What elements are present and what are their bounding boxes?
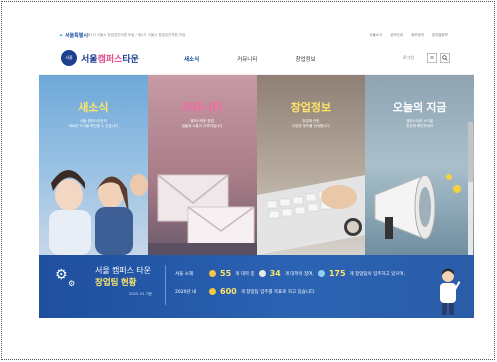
goal-count: 600 [220,287,237,296]
seoul-logo-text: 서울특별시 [64,33,88,39]
row2-label: 2020년 내 [175,289,197,295]
univ-count: 55 [220,269,232,278]
join-text: 개 대학이 참여, [284,271,314,277]
brand-name: 서울캠퍼스타운 [81,52,139,65]
goal-text: 개 창업팀 입주를 목표로 하고 있습니다. [240,289,316,295]
nav-startup-info[interactable]: 창업정보 [295,55,315,63]
util-link-4[interactable]: 분야별정보 [432,33,448,38]
scrollbar-thumb[interactable] [468,122,473,182]
seoul-mark-icon: ✦ [59,33,64,39]
hero-panels: 새소식 서울 캠퍼스타운의 새로운 소식을 확인할 수 있습니다 커뮤니티 캠퍼스… [39,75,474,302]
panel-title: 창업정보 [290,102,332,114]
target-icon [209,288,216,295]
status-row-1: 서울 소재 55 개 대학 중 34 개 대학이 참여, 175 개 창업팀이 … [175,269,405,278]
panel-title: 새소식 [78,102,109,114]
panel-news[interactable]: 새소식 서울 캠퍼스타운의 새로운 소식을 확인할 수 있습니다 [39,75,148,255]
row1-label: 서울 소재 [175,271,193,277]
students-photo [49,170,148,255]
brand-tail: 타운 [122,53,139,64]
brand-main: 서울 [81,53,98,64]
cap-icon [258,270,266,277]
team-icon [317,270,325,277]
utility-bar: ✦ 서울특별시 제1기 서울시 창업공간지원 모집 / 제2기 서울시 창업공간… [39,28,474,44]
nav-news[interactable]: 새소식 [184,55,199,63]
top-notice[interactable]: 제1기 서울시 창업공간지원 모집 / 제2기 서울시 창업공간지원 모집 [87,33,185,38]
banner-divider [165,265,166,305]
panel-desc: 캠퍼스타운 소식을 한눈에 확인하세요 [406,119,434,128]
presenter-illustration [440,268,461,315]
team-text: 개 창업팀이 입주하고 있으며, [349,271,405,277]
banner-date: 2020. 01 기준 [129,292,153,296]
main-nav: 새소식 커뮤니티 창업정보 [184,55,316,63]
banner-subtitle: 창업팀 현황 [95,277,137,287]
login-link[interactable]: 로그인 [403,55,414,61]
nav-community[interactable]: 커뮤니티 [237,55,257,63]
panel-title: 오늘의 지금 [392,102,447,114]
panel-desc: 서울 캠퍼스타운의 새로운 소식을 확인할 수 있습니다 [68,119,119,128]
panel-desc: 캠퍼스타운 창업 팀들과 소통이 이루어집니다 [181,119,223,128]
panel-community[interactable]: 커뮤니티 캠퍼스타운 창업 팀들과 소통이 이루어집니다 [147,75,257,255]
util-link-3[interactable]: 정보공개 [411,33,424,38]
browser-viewport: ✦ 서울특별시 제1기 서울시 창업공간지원 모집 / 제2기 서울시 창업공간… [39,28,474,318]
util-link-1[interactable]: 서울소식 [369,33,382,38]
gear-icon: ⚙ [55,267,68,283]
brand-badge: 서울 [61,50,77,66]
banner-title: 서울 캠퍼스 타운 [95,266,151,275]
envelope-photo [147,174,257,255]
panel-startup-info[interactable]: 창업정보 창업에 관한 다양한 정보를 안내합니다 [256,75,366,255]
panel-desc: 창업에 관한 다양한 정보를 안내합니다 [292,119,330,128]
panel-now[interactable]: 오늘의 지금 캠퍼스타운 소식을 한눈에 확인하세요 [365,75,474,255]
small-gear-icon: ⚙ [68,279,76,288]
team-count: 175 [328,269,346,278]
site-header: 서울 서울캠퍼스타운 새소식 커뮤니티 창업정보 로그인 ≡ [39,44,474,75]
brand-logo[interactable]: 서울 서울캠퍼스타운 [61,50,139,66]
keyboard-photo [256,175,366,255]
util-link-2[interactable]: 공모안내 [390,33,403,38]
seoul-logo[interactable]: ✦ 서울특별시 [59,32,88,39]
panel-title: 커뮤니티 [181,102,223,114]
menu-icon: ≡ [429,55,435,61]
search-button[interactable] [440,53,450,63]
status-row-2: 2020년 내 600 개 창업팀 입주를 목표로 하고 있습니다. [175,287,316,296]
startup-status-banner: ⚙ ⚙ 서울 캠퍼스 타운 창업팀 현황 2020. 01 기준 서울 소재 5… [39,255,474,318]
utility-links: 서울소식 공모안내 정보공개 분야별정보 [369,33,448,38]
search-icon [442,55,448,61]
menu-button[interactable]: ≡ [427,53,437,63]
university-icon [209,270,216,277]
megaphone-photo [374,174,462,240]
join-count: 34 [269,269,281,278]
brand-accent: 캠퍼스 [97,53,123,64]
univ-text: 개 대학 중 [235,271,255,277]
